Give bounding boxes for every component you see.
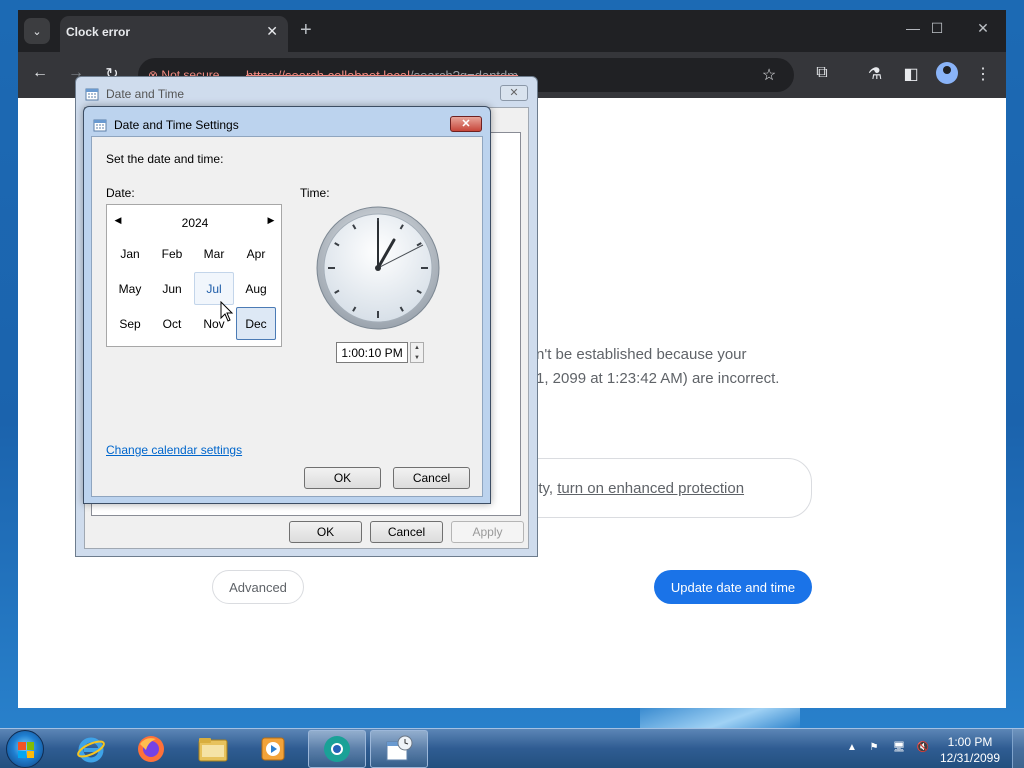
show-hidden-icons-arrow-icon[interactable]: ▲ [845, 742, 859, 756]
month-jan[interactable]: Jan [110, 237, 150, 270]
profile-avatar[interactable] [936, 62, 958, 84]
apply-button[interactable]: Apply [451, 521, 524, 543]
dialog-body: Set the date and time: Date: Time: ◀ 202… [91, 136, 483, 497]
taskbar-file-explorer[interactable] [184, 730, 242, 768]
spin-down-icon[interactable]: ▼ [411, 353, 423, 363]
tab-strip: ⌄ Clock error ✕ + — ☐ ✕ [18, 10, 1006, 52]
taskbar-clock-time[interactable]: 1:00 PM [940, 735, 1000, 749]
tab-clock-error[interactable]: Clock error ✕ [60, 16, 288, 52]
internet-explorer-icon [77, 737, 105, 763]
advanced-button[interactable]: Advanced [212, 570, 304, 604]
action-center-flag-icon[interactable]: ⚑ [867, 742, 881, 756]
spin-up-icon[interactable]: ▲ [411, 343, 423, 353]
chromium-icon [324, 736, 350, 762]
close-window-icon[interactable]: ✕ [968, 20, 998, 37]
volume-muted-icon[interactable]: 🔇 [916, 742, 930, 756]
month-aug[interactable]: Aug [236, 272, 276, 305]
firefox-icon [138, 736, 164, 762]
taskbar-firefox[interactable] [122, 730, 180, 768]
maximize-icon[interactable]: ☐ [922, 20, 952, 37]
update-date-time-button[interactable]: Update date and time [654, 570, 812, 604]
taskbar-internet-explorer[interactable] [62, 730, 120, 768]
month-jun[interactable]: Jun [152, 272, 192, 305]
calendar: ◀ 2024 ▶ Jan Feb Mar Apr May Jun Jul Aug… [106, 204, 282, 347]
ok-button[interactable]: OK [304, 467, 381, 489]
instruction-text: Set the date and time: [106, 152, 224, 166]
month-dec[interactable]: Dec [236, 307, 276, 340]
taskbar-chromium[interactable] [308, 730, 366, 768]
taskbar-media-player[interactable] [244, 730, 302, 768]
tab-title: Clock error [66, 25, 131, 39]
labs-flask-icon[interactable]: ⚗ [864, 64, 886, 84]
analog-clock [316, 206, 440, 330]
taskbar-date-time[interactable] [370, 730, 428, 768]
next-year-arrow-icon[interactable]: ▶ [265, 215, 277, 226]
mouse-pointer-icon [220, 301, 234, 322]
media-player-icon [261, 737, 285, 761]
network-icon[interactable]: 🖥 [892, 742, 906, 756]
month-may[interactable]: May [110, 272, 150, 305]
new-tab-button[interactable]: + [300, 20, 312, 40]
date-label: Date: [106, 186, 135, 200]
close-icon[interactable]: ✕ [500, 85, 528, 101]
side-panel-icon[interactable]: ◧ [900, 64, 922, 84]
month-oct[interactable]: Oct [152, 307, 192, 340]
calendar-year[interactable]: 2024 [107, 216, 283, 230]
time-label: Time: [300, 186, 330, 200]
cancel-button[interactable]: Cancel [393, 467, 470, 489]
more-menu-icon[interactable]: ⋮ [972, 64, 994, 84]
error-message-line-1: n't be established because your [536, 346, 747, 363]
change-calendar-settings-link[interactable]: Change calendar settings [106, 443, 242, 457]
safe-browsing-text: ity, turn on enhanced protection [535, 480, 744, 497]
calendar-icon [93, 119, 107, 132]
date-time-settings-dialog: Date and Time Settings ✕ Set the date an… [83, 106, 491, 504]
tab-close-icon[interactable]: ✕ [266, 23, 278, 40]
chevron-down-icon: ⌄ [32, 25, 42, 38]
start-button[interactable] [6, 730, 44, 768]
bookmark-star-icon[interactable]: ☆ [758, 65, 780, 85]
dialog-title: Date and Time Settings [114, 118, 239, 132]
back-arrow-icon[interactable]: ← [29, 64, 51, 82]
close-icon[interactable]: ✕ [450, 116, 482, 132]
month-apr[interactable]: Apr [236, 237, 276, 270]
taskbar: ▲ ⚑ 🖥 🔇 1:00 PM 12/31/2099 [0, 728, 1024, 768]
enhanced-protection-link[interactable]: turn on enhanced protection [557, 480, 744, 497]
show-desktop-button[interactable] [1012, 729, 1024, 768]
month-mar[interactable]: Mar [194, 237, 234, 270]
calendar-icon [85, 88, 99, 101]
ok-button[interactable]: OK [289, 521, 362, 543]
dialog-title: Date and Time [106, 87, 185, 101]
tab-search-button[interactable]: ⌄ [24, 18, 50, 44]
folder-icon [198, 738, 228, 762]
cancel-button[interactable]: Cancel [370, 521, 443, 543]
windows-logo-icon [18, 742, 34, 758]
month-feb[interactable]: Feb [152, 237, 192, 270]
time-spinner[interactable]: ▲ ▼ [410, 342, 424, 363]
month-sep[interactable]: Sep [110, 307, 150, 340]
calendar-clock-icon [386, 735, 413, 761]
time-input[interactable]: 1:00:10 PM [336, 342, 408, 363]
safe-browsing-box: ity, turn on enhanced protection [492, 458, 812, 518]
taskbar-clock-date[interactable]: 12/31/2099 [936, 751, 1004, 765]
extensions-icon[interactable]: ⧉ [811, 64, 833, 82]
error-message-line-2: 1, 2099 at 1:23:42 AM) are incorrect. [536, 370, 780, 387]
